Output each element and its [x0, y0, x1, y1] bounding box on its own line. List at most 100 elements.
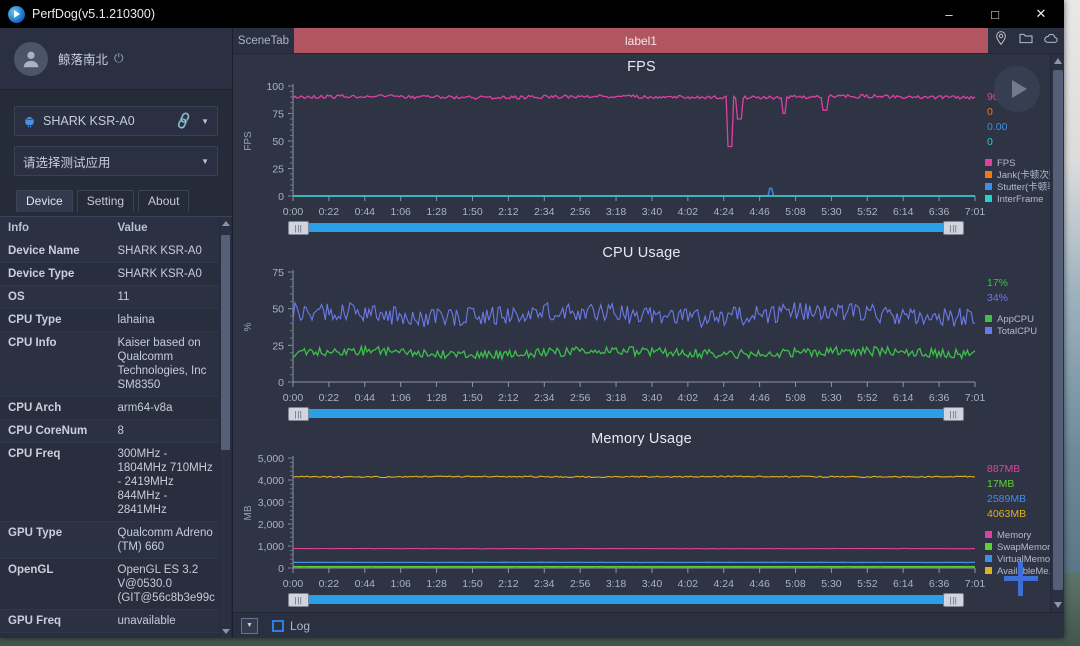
svg-text:0:22: 0:22 [319, 392, 340, 404]
legend-value: 0 [987, 136, 993, 148]
memory-timeline-handle-left[interactable]: ||| [288, 593, 309, 607]
cpu-timeline-handle-right[interactable]: ||| [943, 407, 964, 421]
charts-scrollbar[interactable] [1050, 54, 1064, 612]
svg-text:3:40: 3:40 [642, 578, 663, 590]
folder-icon[interactable] [1018, 30, 1034, 51]
info-key: CPU Arch [0, 396, 110, 420]
device-select[interactable]: SHARK KSR-A0 🔗 ▼ [14, 106, 218, 136]
memory-timeline-track[interactable] [293, 595, 956, 604]
legend-value: 0.00 [987, 121, 1008, 133]
play-button[interactable] [994, 66, 1040, 112]
fps-timeline-handle-right[interactable]: ||| [943, 221, 964, 235]
location-pin-icon[interactable] [993, 30, 1009, 51]
sidebar-scrollbar[interactable] [220, 217, 231, 638]
table-row: CPU CoreNum 8 [0, 419, 219, 443]
scroll-down-icon[interactable] [1054, 602, 1062, 608]
scrollbar-thumb[interactable] [1053, 70, 1063, 590]
chevron-down-icon[interactable]: ▼ [201, 157, 209, 166]
cpu-timeline-handle-left[interactable]: ||| [288, 407, 309, 421]
bottom-bar: ▼ Log [233, 612, 1064, 638]
svg-text:5:52: 5:52 [857, 392, 878, 404]
user-name: 鲸落南北 [58, 53, 109, 67]
memory-timeline-handle-right[interactable]: ||| [943, 593, 964, 607]
chart-fps: FPS 0 25 50 75 100 FPS 0:00 0:22 0:44 1:06 1:28 1:5… [233, 54, 1061, 240]
memory-plot-svg: 0 1,000 2,000 3,000 4,000 5,000 MB 0:00 0:22 0:44… [243, 453, 1058, 590]
svg-text:1:06: 1:06 [390, 206, 411, 218]
svg-text:SwapMemory: SwapMemory [997, 542, 1055, 553]
svg-text:0: 0 [278, 191, 284, 203]
svg-text:2,000: 2,000 [258, 519, 284, 531]
minimize-button[interactable]: – [926, 0, 972, 28]
column-header-value: Value [109, 217, 219, 240]
svg-text:4:02: 4:02 [678, 578, 699, 590]
svg-text:6:36: 6:36 [929, 206, 950, 218]
svg-text:5,000: 5,000 [258, 453, 284, 465]
tab-device[interactable]: Device [16, 190, 73, 212]
maximize-button[interactable]: □ [972, 0, 1018, 28]
expand-log-button[interactable]: ▼ [241, 617, 258, 634]
svg-text:3:40: 3:40 [642, 392, 663, 404]
fps-timeline-track[interactable] [293, 223, 956, 232]
legend-value: 0 [987, 106, 993, 118]
svg-text:5:30: 5:30 [821, 578, 842, 590]
scene-tab[interactable]: SceneTab [233, 28, 294, 53]
svg-text:0:22: 0:22 [319, 578, 340, 590]
svg-text:7:01: 7:01 [965, 578, 986, 590]
device-select-value: SHARK KSR-A0 [43, 114, 135, 128]
table-body: Device Name SHARK KSR-A0 Device Type SHARK … [0, 239, 219, 638]
add-chart-button[interactable] [1004, 562, 1038, 596]
svg-text:MB: MB [243, 505, 254, 520]
power-icon[interactable]: ⏻ [114, 51, 124, 66]
info-key: GPU Type [0, 521, 110, 559]
close-button[interactable]: ✕ [1018, 0, 1064, 28]
table-row: Resolution1080x2400 [0, 632, 219, 638]
sidebar-tabs: Device Setting About [16, 190, 232, 212]
chevron-down-icon[interactable]: ▼ [201, 117, 209, 126]
info-value: arm64-v8a [109, 396, 219, 420]
svg-text:6:14: 6:14 [893, 206, 914, 218]
usb-link-icon[interactable]: 🔗 [174, 111, 195, 132]
tab-setting[interactable]: Setting [76, 190, 135, 212]
charts-container: FPS 0 25 50 75 100 FPS 0:00 0:22 0:44 1:06 1:28 1:5… [233, 54, 1064, 612]
svg-text:0: 0 [278, 563, 284, 575]
table-row: CPU Arch arm64-v8a [0, 396, 219, 420]
scene-icon-group [988, 28, 1064, 53]
legend-value: 17% [987, 277, 1008, 289]
svg-text:1:06: 1:06 [390, 392, 411, 404]
svg-text:25: 25 [272, 164, 284, 176]
scroll-down-icon[interactable] [222, 629, 230, 634]
table-row: GPU Type Qualcomm Adreno (TM) 660 [0, 521, 219, 559]
table-header-row: Info Value [0, 217, 219, 240]
svg-text:50: 50 [272, 136, 284, 148]
legend-value: 4063MB [987, 508, 1026, 520]
tab-about[interactable]: About [138, 190, 190, 212]
info-key: CPU Freq [0, 442, 110, 522]
info-key: CPU Info [0, 331, 110, 397]
app-select[interactable]: 请选择测试应用 ▼ [14, 146, 218, 176]
scroll-up-icon[interactable] [222, 221, 230, 226]
svg-text:0:00: 0:00 [283, 578, 304, 590]
column-header-info: Info [0, 217, 110, 240]
cloud-icon[interactable] [1043, 30, 1059, 51]
table-row: GPU Freq unavailable [0, 609, 219, 633]
info-value: 11 [109, 285, 219, 309]
log-checkbox[interactable] [272, 619, 284, 632]
svg-text:FPS: FPS [997, 158, 1015, 169]
scrollbar-thumb[interactable] [221, 235, 230, 450]
info-value: SHARK KSR-A0 [109, 262, 219, 286]
svg-text:2:12: 2:12 [498, 392, 519, 404]
scroll-up-icon[interactable] [1054, 58, 1062, 64]
info-key: CPU CoreNum [0, 419, 110, 443]
svg-text:%: % [243, 322, 254, 331]
user-row: 鲸落南北 ⏻ [0, 28, 232, 90]
fps-timeline-handle-left[interactable]: ||| [288, 221, 309, 235]
svg-text:0:00: 0:00 [283, 206, 304, 218]
info-key: OS [0, 285, 110, 309]
svg-text:6:36: 6:36 [929, 392, 950, 404]
cpu-timeline-track[interactable] [293, 409, 956, 418]
svg-text:1,000: 1,000 [258, 541, 284, 553]
scene-label[interactable]: label1 [294, 28, 988, 53]
svg-text:1:50: 1:50 [462, 206, 483, 218]
svg-text:TotalCPU: TotalCPU [997, 326, 1037, 337]
svg-text:4:46: 4:46 [749, 578, 770, 590]
